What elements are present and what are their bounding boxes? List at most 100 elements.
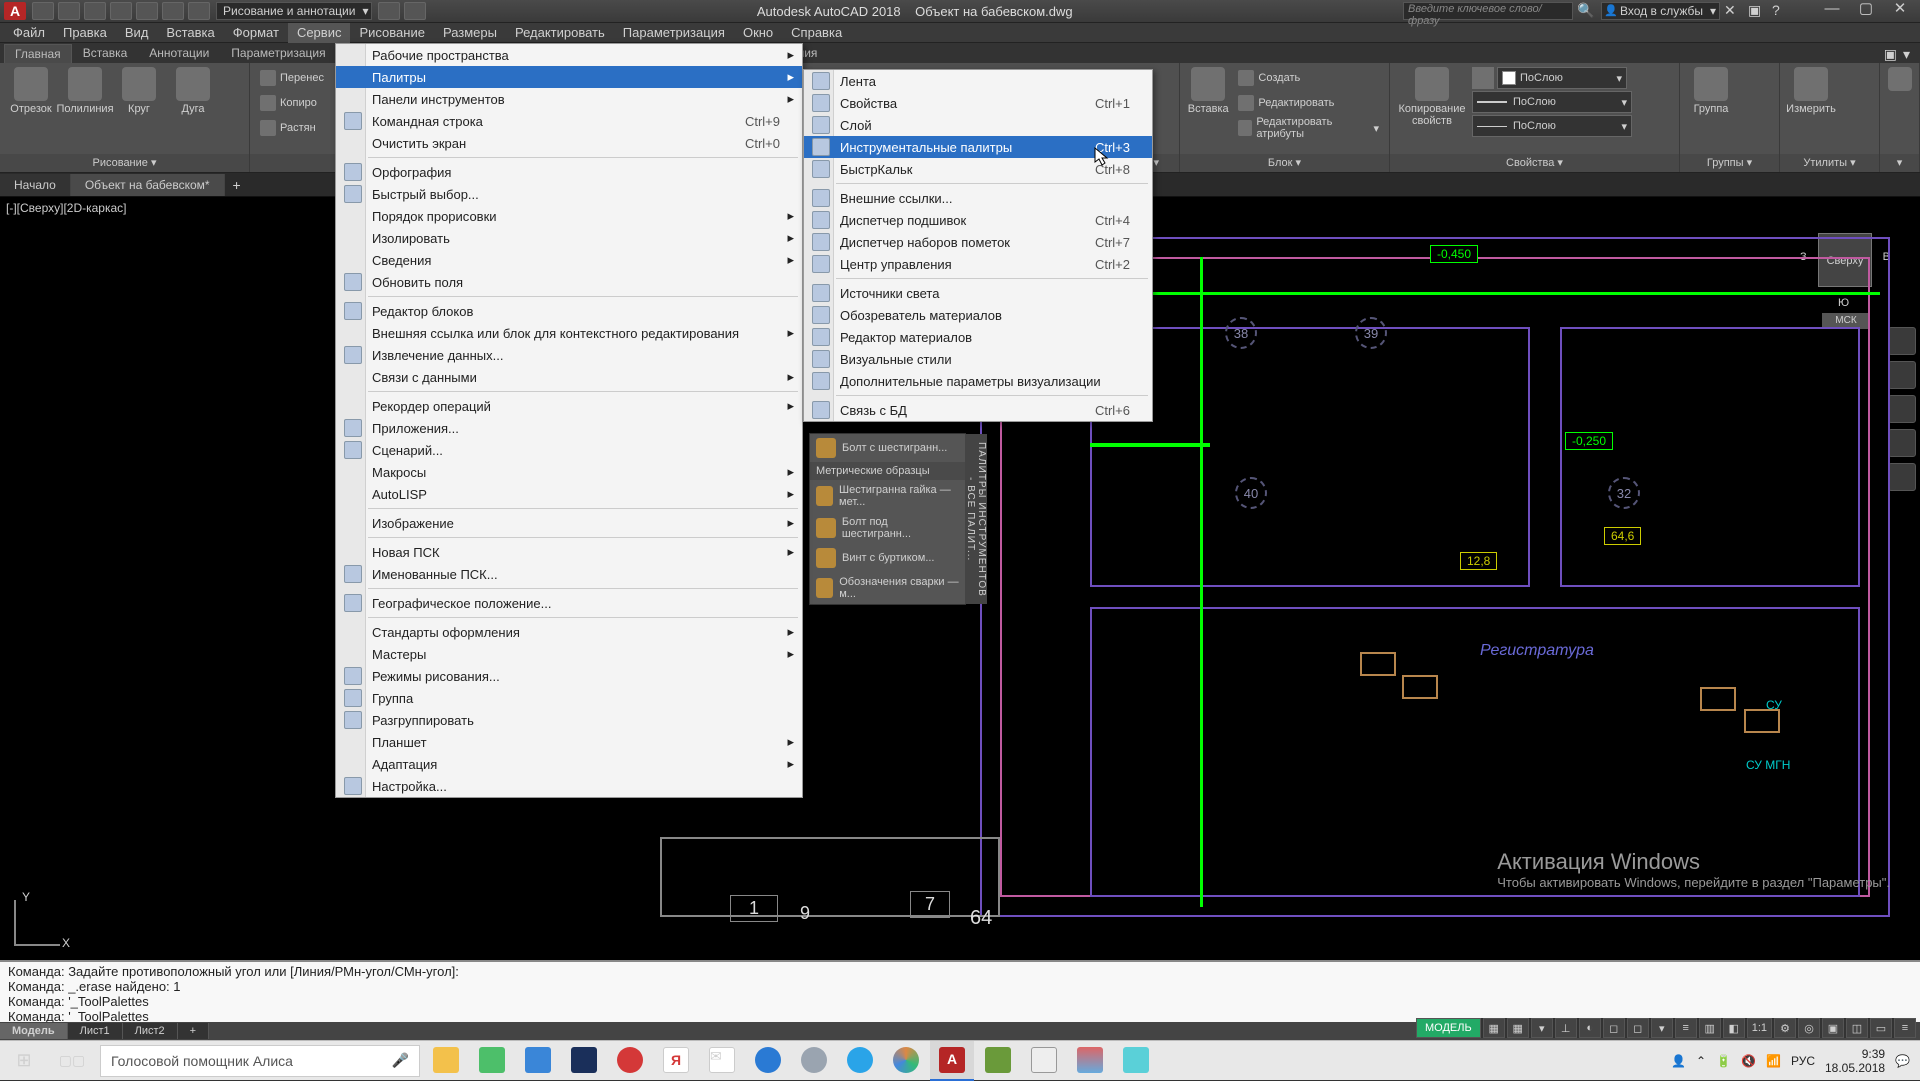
menu-item[interactable]: Стандарты оформления▸ (336, 621, 802, 643)
tray-wifi-icon[interactable]: 📶 (1766, 1054, 1781, 1068)
menu-item[interactable]: Орфография (336, 161, 802, 183)
tool-palette[interactable]: ПАЛИТРЫ ИНСТРУМЕНТОВ - ВСЕ ПАЛИТ... Болт… (809, 433, 966, 605)
status-clean-icon[interactable]: ▭ (1870, 1018, 1892, 1038)
tool-palette-title[interactable]: ПАЛИТРЫ ИНСТРУМЕНТОВ - ВСЕ ПАЛИТ... (965, 434, 987, 604)
menu-item[interactable]: Режимы рисования... (336, 665, 802, 687)
menu-insert[interactable]: Вставка (157, 23, 223, 43)
mic-icon[interactable]: 🎤 (392, 1052, 409, 1069)
menu-item[interactable]: Визуальные стили (804, 348, 1152, 370)
close-button[interactable]: ✕ (1884, 2, 1916, 20)
qat-open-icon[interactable] (58, 2, 80, 20)
app-chrome[interactable] (884, 1041, 928, 1081)
exchange-icon[interactable]: ✕ (1724, 2, 1744, 20)
ribbon-tab-annotate[interactable]: Аннотации (138, 43, 220, 63)
app-autocad[interactable]: A (930, 1041, 974, 1081)
status-model-button[interactable]: МОДЕЛЬ (1416, 1018, 1481, 1038)
app-browser[interactable] (470, 1041, 514, 1081)
tp-item-bolt2[interactable]: Болт под шестигранн... (810, 512, 965, 544)
help-search-input[interactable]: Введите ключевое слово/фразу (1403, 2, 1573, 20)
menu-item[interactable]: Связи с данными▸ (336, 366, 802, 388)
panel-utils-title[interactable]: Утилиты (1780, 154, 1879, 172)
menu-item[interactable]: Обновить поля (336, 271, 802, 293)
menu-item[interactable]: СвойстваCtrl+1 (804, 92, 1152, 114)
btn-match-props[interactable]: Копирование свойств (1396, 67, 1468, 127)
layout-tab-add[interactable]: + (178, 1023, 209, 1039)
menu-item[interactable]: Палитры▸ (336, 66, 802, 88)
qat-more-icon[interactable] (404, 2, 426, 20)
menu-format[interactable]: Формат (224, 23, 288, 43)
menu-item[interactable]: Настройка... (336, 775, 802, 797)
menu-view[interactable]: Вид (116, 23, 158, 43)
menu-modify[interactable]: Редактировать (506, 23, 614, 43)
app-mail[interactable]: ✉ (700, 1041, 744, 1081)
menu-item[interactable]: Лента (804, 70, 1152, 92)
btn-polyline[interactable]: Полилиния (60, 67, 110, 115)
tray-network-icon[interactable]: 🔇 (1741, 1054, 1756, 1068)
menu-item[interactable]: Адаптация▸ (336, 753, 802, 775)
btn-edit-block[interactable]: Редактировать (1234, 92, 1383, 114)
btn-line[interactable]: Отрезок (6, 67, 56, 115)
tray-notifications-icon[interactable]: 💬 (1895, 1054, 1910, 1068)
util-icon-1[interactable] (1840, 67, 1862, 89)
status-lwt-icon[interactable]: ≡ (1675, 1018, 1697, 1038)
layout-tab-1[interactable]: Лист1 (68, 1023, 123, 1039)
menu-item[interactable]: Новая ПСК▸ (336, 541, 802, 563)
qat-saveas-icon[interactable] (110, 2, 132, 20)
status-zoom-icon[interactable]: ◎ (1798, 1018, 1820, 1038)
group-edit-icon[interactable] (1740, 67, 1762, 89)
menu-item[interactable]: Источники света (804, 282, 1152, 304)
tp-category[interactable]: Метрические образцы (810, 462, 965, 480)
menu-item[interactable]: Сценарий... (336, 439, 802, 461)
btn-edit-attr[interactable]: Редактировать атрибуты ▾ (1234, 117, 1383, 139)
menu-item[interactable]: Быстрый выбор... (336, 183, 802, 205)
menu-item[interactable]: Изолировать▸ (336, 227, 802, 249)
doc-tab-add[interactable]: + (225, 177, 249, 193)
btn-copy[interactable]: Копиро (256, 92, 328, 114)
ribbon-dropdown-icon[interactable]: ▾ (1903, 46, 1910, 63)
task-view-button[interactable]: ▢▢ (48, 1041, 96, 1081)
panel-groups-title[interactable]: Группы (1680, 154, 1779, 172)
menu-item[interactable]: Географическое положение... (336, 592, 802, 614)
app-yandex[interactable]: Я (654, 1041, 698, 1081)
doc-tab-start[interactable]: Начало (0, 174, 71, 196)
tray-clock[interactable]: 9:39 18.05.2018 (1825, 1047, 1885, 1075)
ribbon-tab-insert[interactable]: Вставка (72, 43, 139, 63)
menu-draw[interactable]: Рисование (350, 23, 433, 43)
btn-insert-block[interactable]: Вставка (1186, 67, 1230, 115)
color-dropdown[interactable]: ПоСлою (1497, 67, 1627, 89)
btn-arc[interactable]: Дуга (168, 67, 218, 115)
status-gear-icon[interactable]: ⚙ (1774, 1018, 1796, 1038)
tp-item-weld[interactable]: Обозначения сварки — м... (810, 572, 965, 604)
layout-tab-2[interactable]: Лист2 (123, 1023, 178, 1039)
menu-item[interactable]: Панели инструментов▸ (336, 88, 802, 110)
ungroup-icon[interactable] (1740, 92, 1762, 114)
panel-props-title[interactable]: Свойства (1390, 154, 1679, 172)
btn-create-block[interactable]: Создать (1234, 67, 1383, 89)
menu-item[interactable]: Слой (804, 114, 1152, 136)
ribbon-tab-home[interactable]: Главная (4, 44, 72, 63)
menu-item[interactable]: AutoLISP▸ (336, 483, 802, 505)
lineweight-dropdown[interactable]: ПоСлою (1472, 91, 1632, 113)
status-transparency-icon[interactable]: ▥ (1699, 1018, 1721, 1038)
taskbar-search[interactable]: Голосовой помощник Алиса 🎤 (100, 1045, 420, 1077)
btn-group[interactable]: Группа (1686, 67, 1736, 115)
menu-item[interactable]: Извлечение данных... (336, 344, 802, 366)
menu-item[interactable]: Рекордер операций▸ (336, 395, 802, 417)
doc-tab-active[interactable]: Объект на бабевском* (71, 174, 225, 196)
app-edge[interactable] (746, 1041, 790, 1081)
menu-item[interactable]: Именованные ПСК... (336, 563, 802, 585)
tray-battery-icon[interactable]: 🔋 (1716, 1054, 1731, 1068)
tray-up-icon[interactable]: ⌃ (1696, 1054, 1706, 1068)
menu-item[interactable]: Группа (336, 687, 802, 709)
panel-block-title[interactable]: Блок (1180, 154, 1389, 172)
app-logo[interactable]: A (4, 2, 26, 20)
menu-item[interactable]: Командная строкаCtrl+9 (336, 110, 802, 132)
status-max-icon[interactable]: ▣ (1822, 1018, 1844, 1038)
qat-redo-icon[interactable] (188, 2, 210, 20)
menu-item[interactable]: Изображение▸ (336, 512, 802, 534)
search-icon[interactable]: 🔍 (1577, 2, 1597, 20)
app-opera[interactable] (608, 1041, 652, 1081)
btn-move[interactable]: Перенес (256, 67, 328, 89)
app-store[interactable] (516, 1041, 560, 1081)
status-osnap-icon[interactable]: ◻ (1603, 1018, 1625, 1038)
